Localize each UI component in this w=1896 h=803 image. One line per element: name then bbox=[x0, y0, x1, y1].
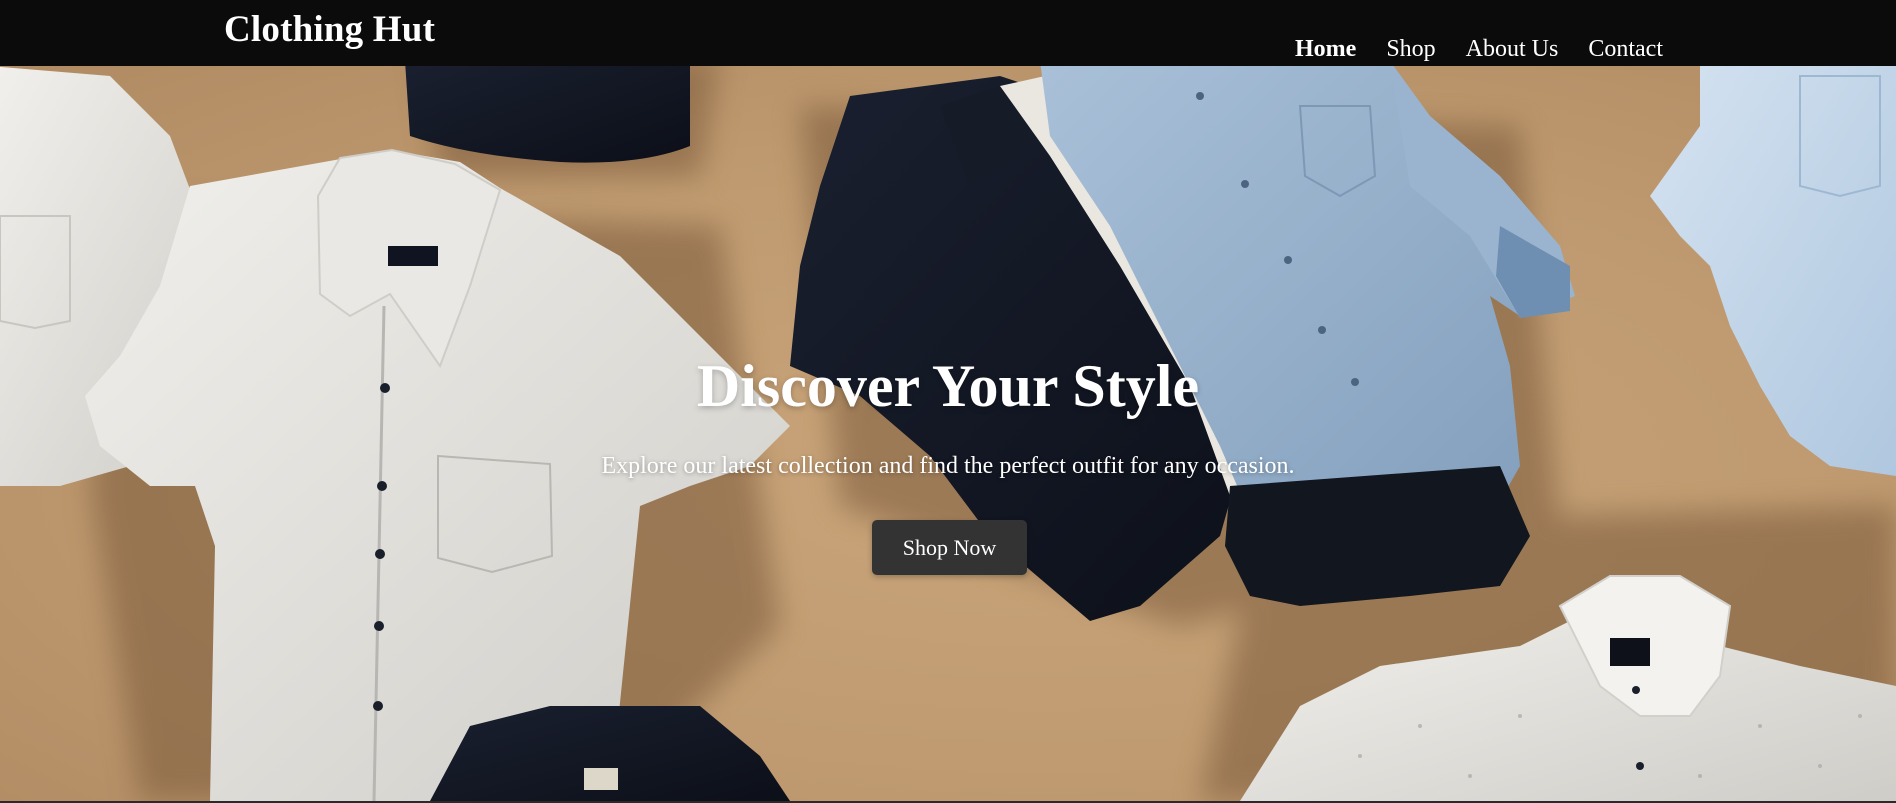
nav-home-link[interactable]: Home bbox=[1295, 36, 1356, 63]
hero-content: Discover Your Style Explore our latest c… bbox=[0, 66, 1896, 801]
site-logo[interactable]: Clothing Hut bbox=[224, 8, 435, 51]
hero-title: Discover Your Style bbox=[696, 353, 1200, 419]
nav-contact-link[interactable]: Contact bbox=[1588, 36, 1663, 63]
hero-banner: Discover Your Style Explore our latest c… bbox=[0, 66, 1896, 801]
nav-shop-link[interactable]: Shop bbox=[1386, 36, 1435, 63]
hero-subtitle: Explore our latest collection and find t… bbox=[601, 453, 1295, 479]
site-header: Clothing Hut Home Shop About Us Contact bbox=[0, 0, 1896, 66]
nav-about-link[interactable]: About Us bbox=[1466, 36, 1559, 63]
main-nav: Home Shop About Us Contact bbox=[1295, 36, 1693, 63]
shop-now-button[interactable]: Shop Now bbox=[872, 520, 1027, 575]
